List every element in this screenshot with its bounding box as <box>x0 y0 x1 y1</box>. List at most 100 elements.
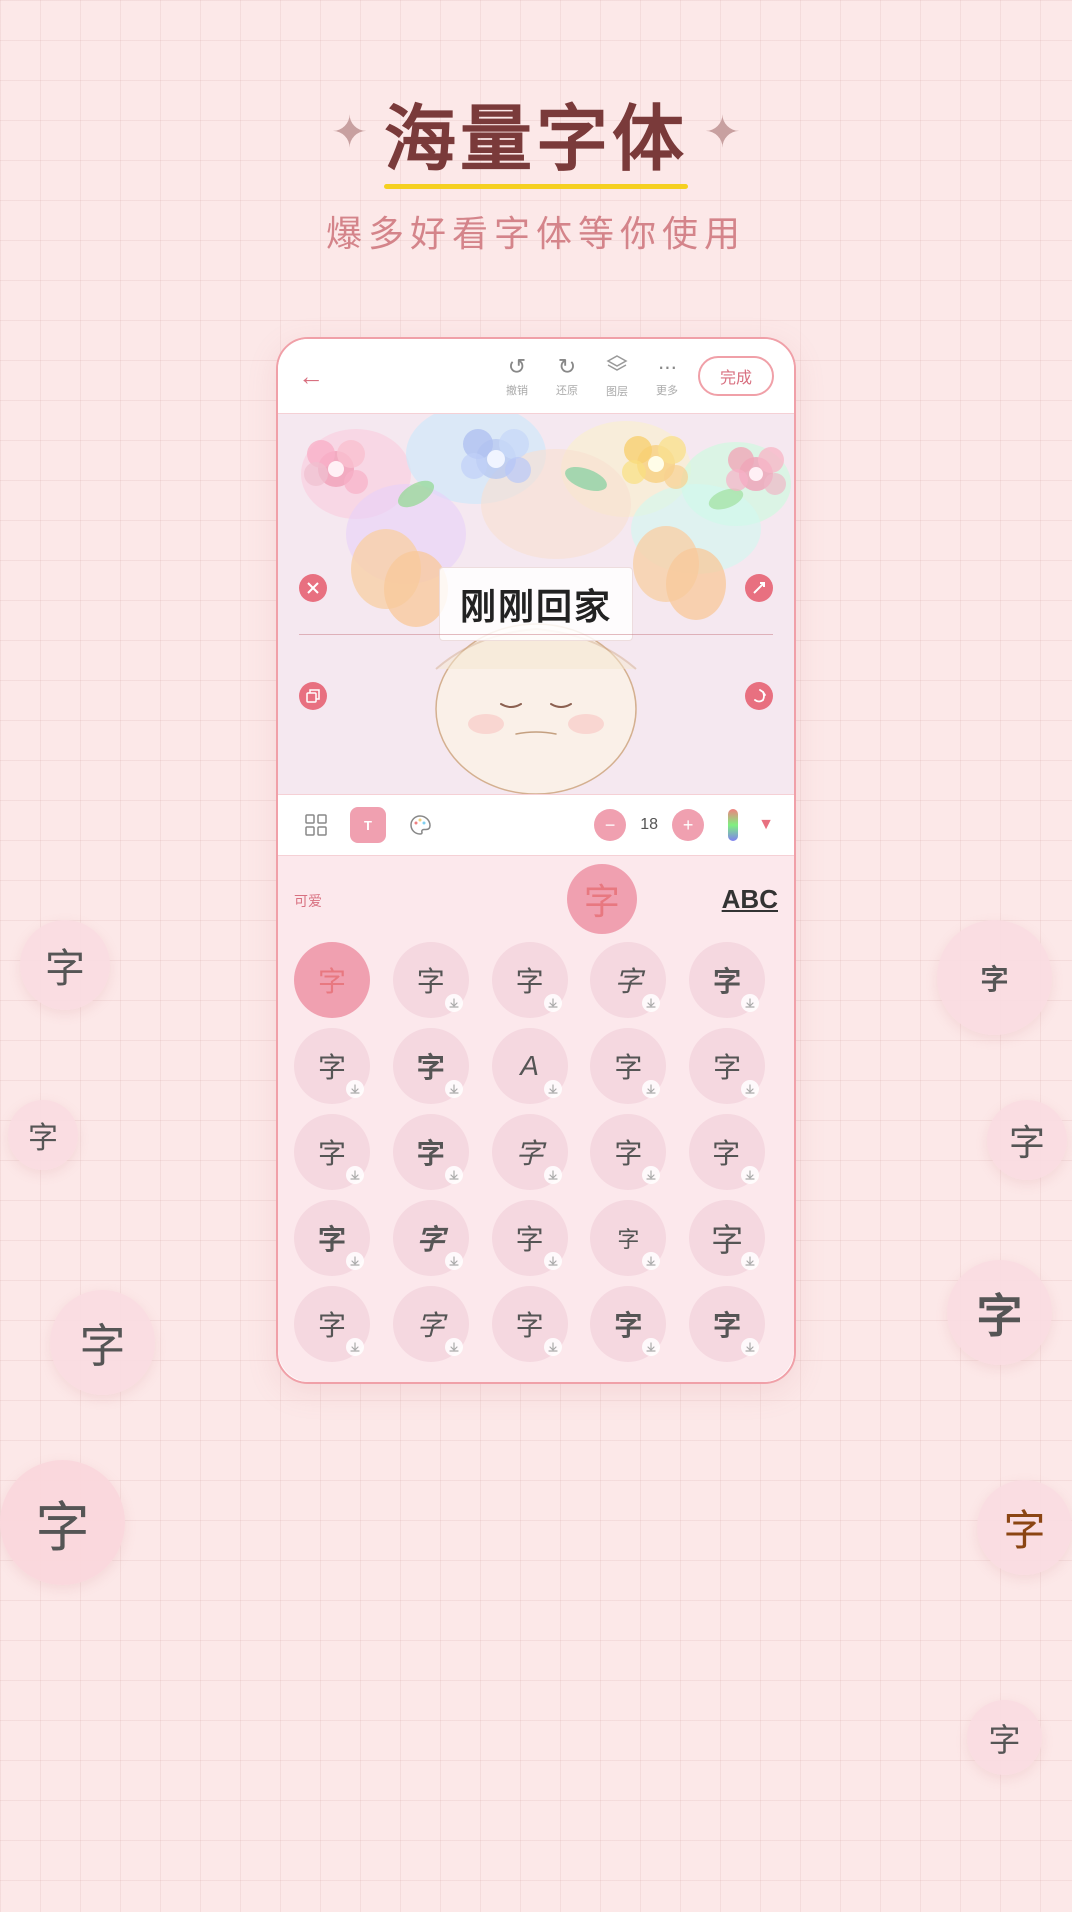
redo-action[interactable]: ↻ 还原 <box>556 354 578 398</box>
grid-view-button[interactable] <box>298 807 334 843</box>
download-icon-5[interactable] <box>346 1080 364 1098</box>
font-char-18: 字 <box>617 1222 639 1254</box>
font-char-4: 字 <box>713 960 741 1000</box>
font-char-3: 字 <box>614 960 642 1000</box>
download-icon-6[interactable] <box>445 1080 463 1098</box>
more-icon: ··· <box>657 354 676 380</box>
toolbar-actions: ↺ 撤销 ↻ 还原 图层 ··· <box>506 353 678 399</box>
download-icon-1[interactable] <box>445 994 463 1012</box>
download-icon-12[interactable] <box>544 1166 562 1184</box>
size-increase-button[interactable]: + <box>672 809 704 841</box>
download-icon-3[interactable] <box>642 994 660 1012</box>
text-overlay-box[interactable]: 刚刚回家 <box>439 567 633 641</box>
undo-label: 撤销 <box>506 382 528 398</box>
download-icon-15[interactable] <box>346 1252 364 1270</box>
font-char-17: 字 <box>516 1218 544 1258</box>
download-icon-19[interactable] <box>741 1252 759 1270</box>
font-item-22[interactable]: 字 <box>492 1286 568 1362</box>
font-item-24[interactable]: 字 <box>689 1286 765 1362</box>
font-item-6[interactable]: 字 <box>393 1028 469 1104</box>
download-icon-20[interactable] <box>346 1338 364 1356</box>
download-icon-18[interactable] <box>642 1252 660 1270</box>
download-icon-22[interactable] <box>544 1338 562 1356</box>
phone-container: ← ↺ 撤销 ↻ 还原 图层 <box>0 337 1072 1384</box>
float-char-6: 字 <box>947 1260 1052 1365</box>
handle-delete[interactable] <box>299 574 327 602</box>
redo-icon: ↻ <box>558 354 576 380</box>
font-item-0[interactable]: 字 <box>294 942 370 1018</box>
font-char-20: 字 <box>318 1304 346 1344</box>
size-value-display: 18 <box>634 816 664 834</box>
download-icon-14[interactable] <box>741 1166 759 1184</box>
dropdown-arrow-icon[interactable]: ▼ <box>758 816 774 834</box>
font-char-7: A <box>520 1050 539 1082</box>
size-control: − 18 + <box>594 809 704 841</box>
font-item-10[interactable]: 字 <box>294 1114 370 1190</box>
font-item-7[interactable]: A <box>492 1028 568 1104</box>
font-char-5: 字 <box>318 1046 346 1086</box>
font-item-11[interactable]: 字 <box>393 1114 469 1190</box>
font-char-19: 字 <box>711 1215 743 1261</box>
download-icon-4[interactable] <box>741 994 759 1012</box>
download-icon-21[interactable] <box>445 1338 463 1356</box>
download-icon-24[interactable] <box>741 1338 759 1356</box>
font-category-label: 可爱 <box>294 879 322 919</box>
download-icon-9[interactable] <box>741 1080 759 1098</box>
font-item-5[interactable]: 字 <box>294 1028 370 1104</box>
main-title: 海量字体 <box>384 100 688 180</box>
color-bar[interactable] <box>728 809 738 841</box>
font-item-14[interactable]: 字 <box>689 1114 765 1190</box>
font-item-3[interactable]: 字 <box>590 942 666 1018</box>
font-preview-char: 字 <box>584 873 620 925</box>
abc-display: ABC <box>722 884 778 915</box>
handle-duplicate[interactable] <box>299 682 327 710</box>
font-item-21[interactable]: 字 <box>393 1286 469 1362</box>
download-icon-16[interactable] <box>445 1252 463 1270</box>
font-item-15[interactable]: 字 <box>294 1200 370 1276</box>
font-char-6: 字 <box>417 1046 445 1086</box>
font-item-12[interactable]: 字 <box>492 1114 568 1190</box>
font-char-14: 字 <box>712 1132 742 1172</box>
font-item-8[interactable]: 字 <box>590 1028 666 1104</box>
download-icon-11[interactable] <box>445 1166 463 1184</box>
font-item-1[interactable]: 字 <box>393 942 469 1018</box>
font-item-2[interactable]: 字 <box>492 942 568 1018</box>
layers-label: 图层 <box>606 383 628 399</box>
download-icon-13[interactable] <box>642 1166 660 1184</box>
font-item-20[interactable]: 字 <box>294 1286 370 1362</box>
download-icon-7[interactable] <box>544 1080 562 1098</box>
sparkle-left-icon: ✦ <box>331 107 368 158</box>
layers-action[interactable]: 图层 <box>606 353 628 399</box>
font-char-13: 字 <box>614 1132 642 1172</box>
more-label: 更多 <box>656 382 678 398</box>
size-decrease-button[interactable]: − <box>594 809 626 841</box>
back-button[interactable]: ← <box>298 361 324 392</box>
download-icon-17[interactable] <box>544 1252 562 1270</box>
font-item-9[interactable]: 字 <box>689 1028 765 1104</box>
more-action[interactable]: ··· 更多 <box>656 354 678 398</box>
float-char-8: 字 <box>967 1700 1042 1775</box>
text-tool-button[interactable]: T <box>350 807 386 843</box>
download-icon-23[interactable] <box>642 1338 660 1356</box>
color-tool-button[interactable] <box>402 807 438 843</box>
undo-action[interactable]: ↺ 撤销 <box>506 354 528 398</box>
font-item-19[interactable]: 字 <box>689 1200 765 1276</box>
font-item-4[interactable]: 字 <box>689 942 765 1018</box>
svg-text:T: T <box>364 818 372 833</box>
font-item-13[interactable]: 字 <box>590 1114 666 1190</box>
float-char-7: 字 <box>977 1480 1072 1575</box>
download-icon-8[interactable] <box>642 1080 660 1098</box>
font-item-16[interactable]: 字 <box>393 1200 469 1276</box>
download-icon-10[interactable] <box>346 1166 364 1184</box>
font-char-0: 字 <box>318 960 346 1000</box>
download-icon-2[interactable] <box>544 994 562 1012</box>
font-preview-bubble: 字 <box>567 864 637 934</box>
handle-resize-tr[interactable] <box>745 574 773 602</box>
font-item-17[interactable]: 字 <box>492 1200 568 1276</box>
font-item-18[interactable]: 字 <box>590 1200 666 1276</box>
abc-label: ABC <box>722 884 778 915</box>
font-item-23[interactable]: 字 <box>590 1286 666 1362</box>
font-char-23: 字 <box>614 1304 642 1344</box>
done-button[interactable]: 完成 <box>698 356 774 396</box>
font-char-15: 字 <box>318 1218 346 1258</box>
